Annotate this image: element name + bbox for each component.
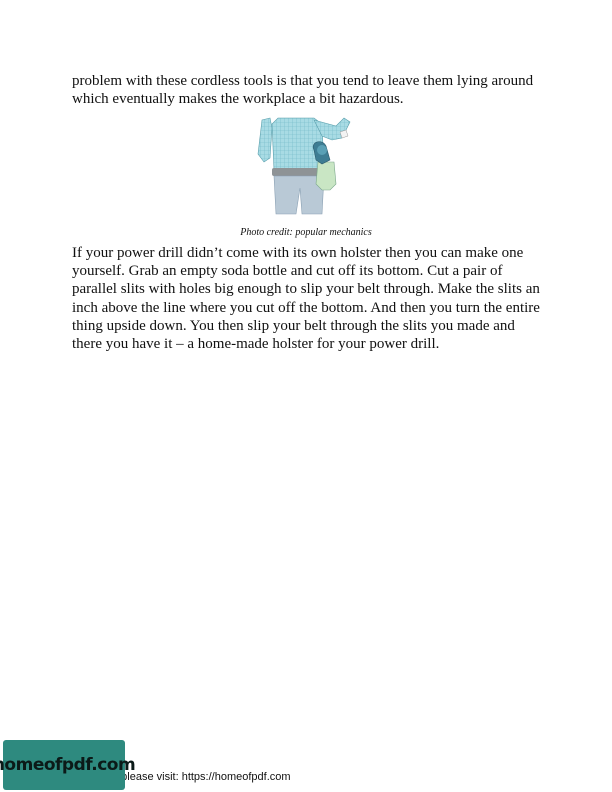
drill-head [317, 145, 327, 155]
paragraph-intro: problem with these cordless tools is tha… [72, 73, 534, 108]
figure-caption: Photo credit: popular mechanics [240, 227, 372, 238]
site-logo-text: homeofpdf.com [0, 755, 136, 775]
holster-illustration [252, 114, 352, 218]
bottle-holster [315, 161, 337, 191]
paragraph-holster-instructions: If your power drill didn’t come with its… [72, 245, 540, 353]
holster-figure-svg [257, 117, 351, 215]
footer-visit-text: e please visit: https://homeofpdf.com [112, 771, 291, 783]
left-sleeve [257, 117, 273, 163]
site-logo-badge[interactable]: homeofpdf.com [0, 740, 136, 790]
